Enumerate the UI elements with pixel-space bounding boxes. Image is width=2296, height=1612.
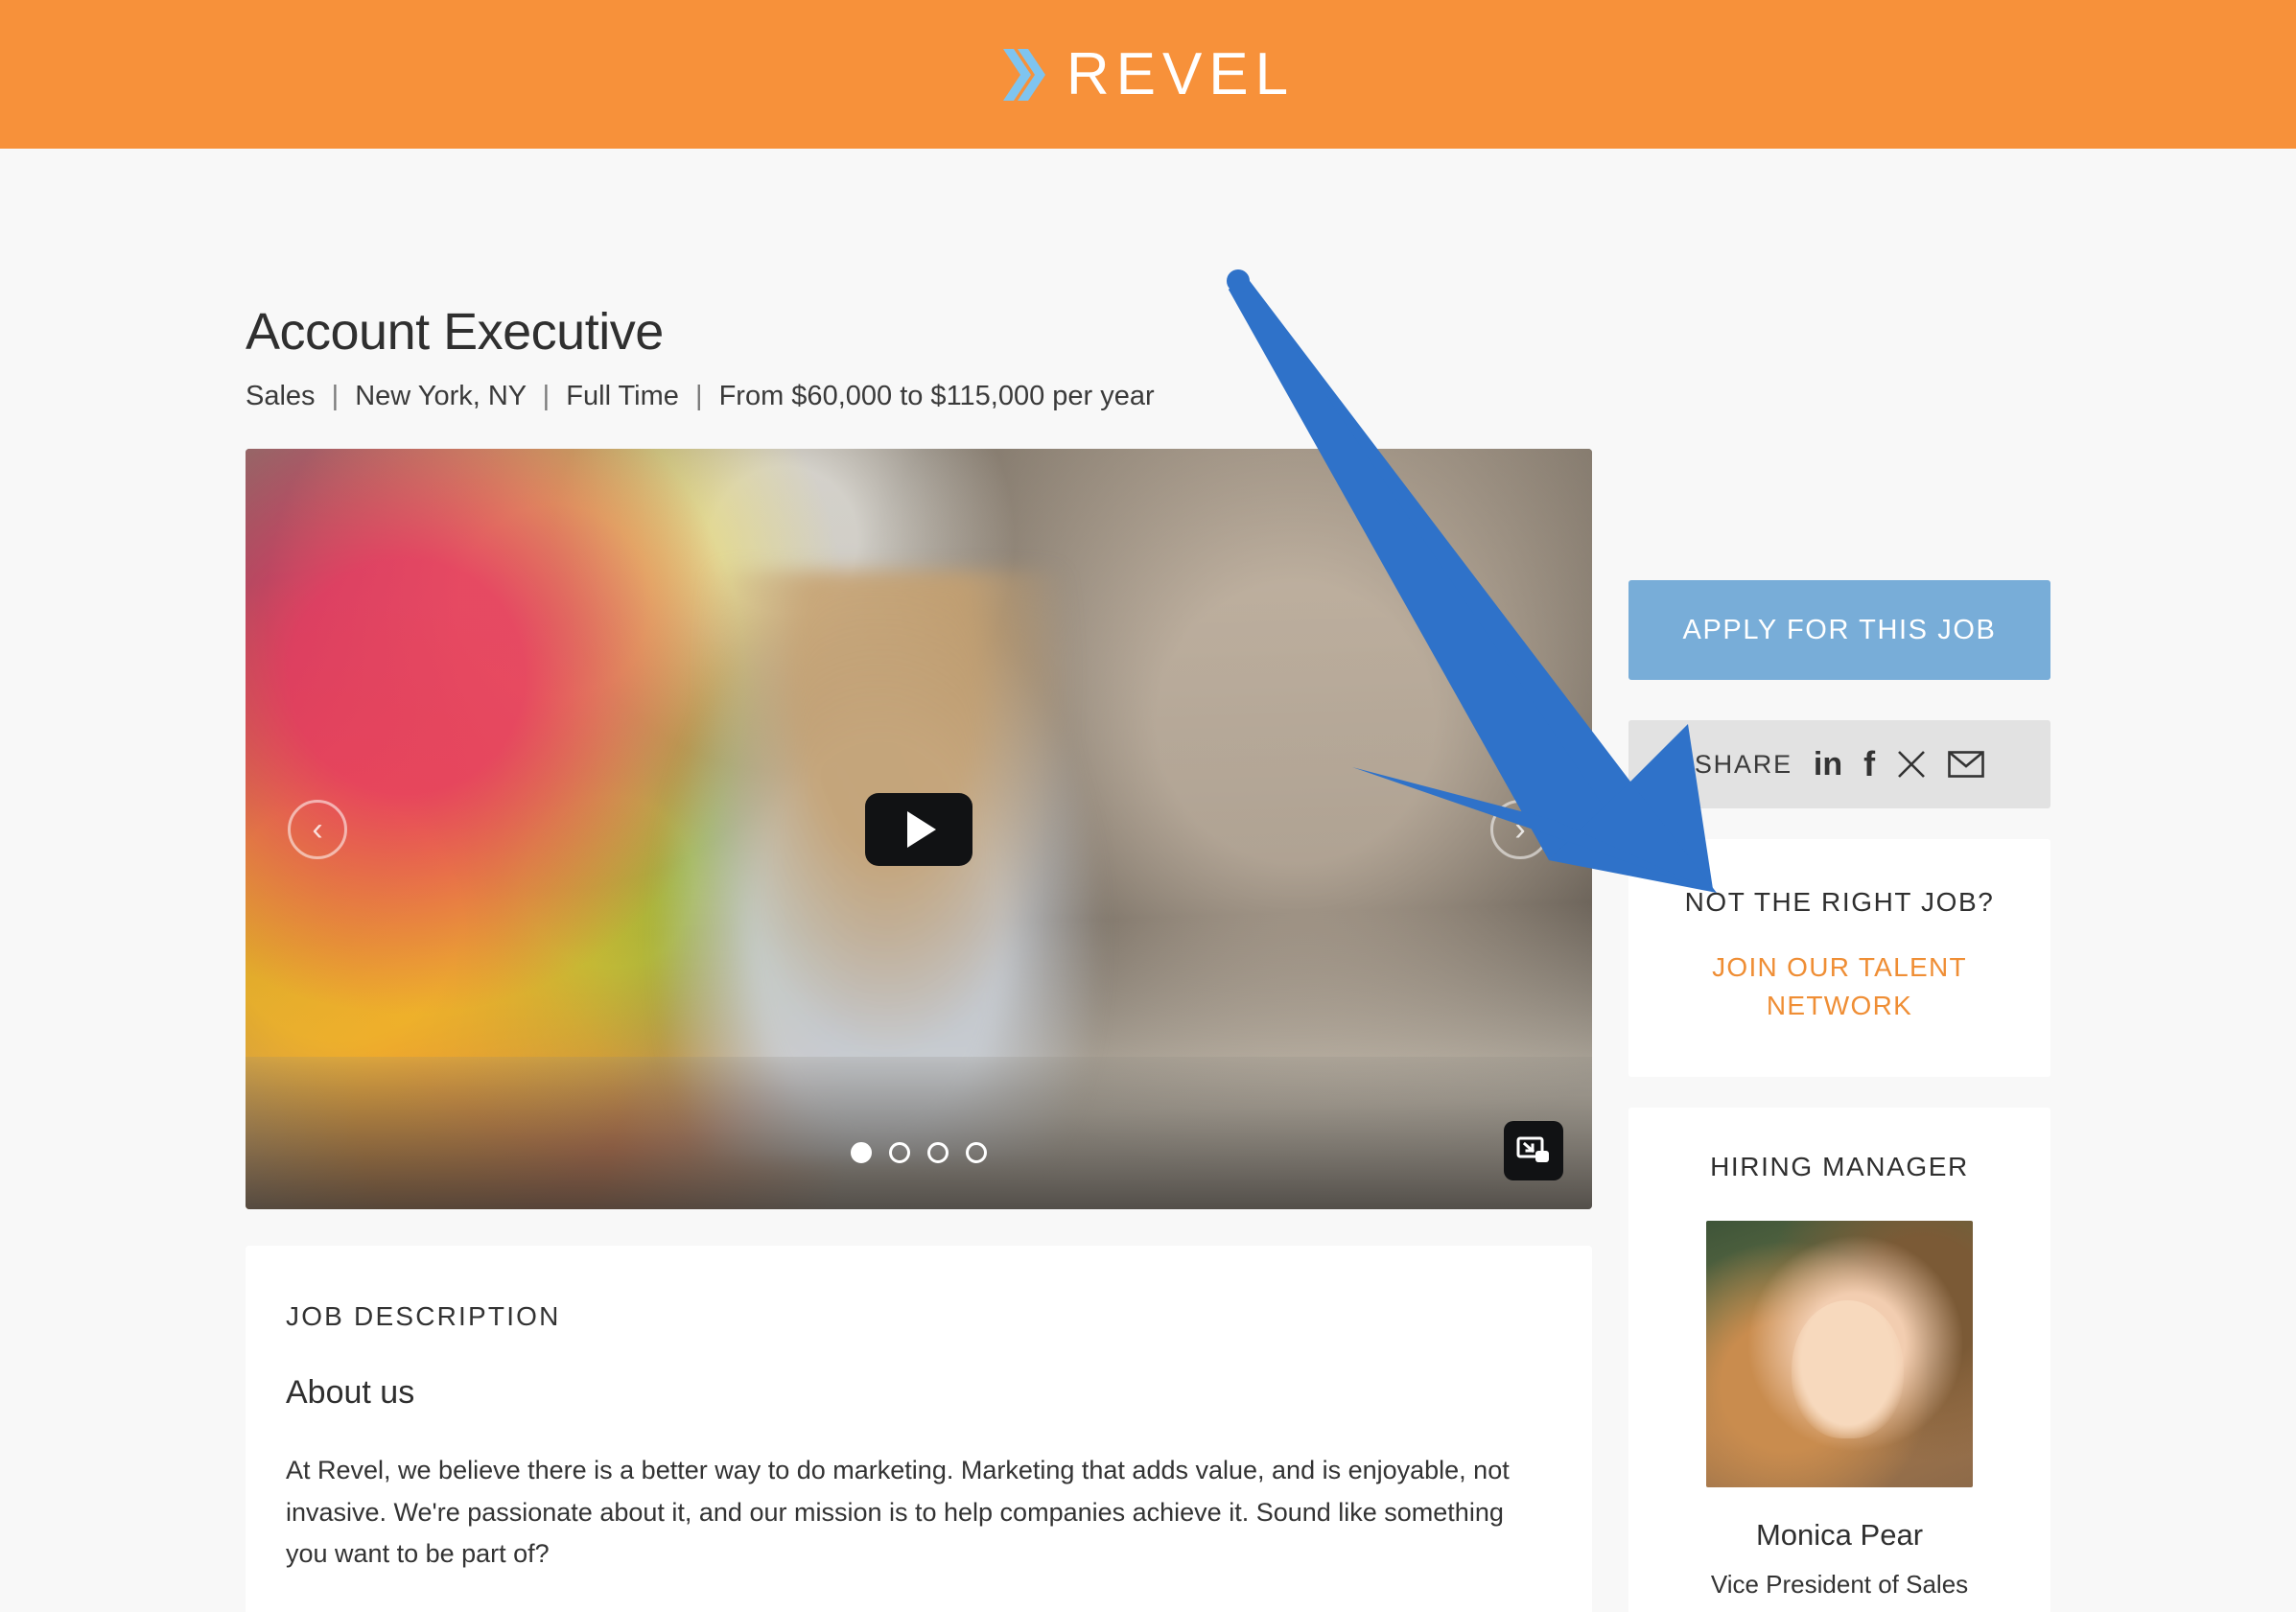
meta-separator-3: | xyxy=(694,381,703,411)
join-our-talent-network-link[interactable]: JOIN OUR TALENT NETWORK xyxy=(1653,948,2026,1025)
facebook-icon[interactable]: f xyxy=(1863,744,1875,784)
play-triangle xyxy=(907,810,936,848)
apply-for-this-job-button[interactable]: APPLY FOR THIS JOB xyxy=(1628,580,2050,680)
carousel-photo-foreground xyxy=(246,1057,1592,1209)
logo-wordmark: REVEL xyxy=(1066,40,1296,107)
site-header: REVEL xyxy=(0,0,2296,149)
meta-separator-2: | xyxy=(542,381,551,411)
job-employment-type: Full Time xyxy=(566,381,679,411)
carousel-dots xyxy=(851,1142,987,1163)
carousel-dot-3[interactable] xyxy=(927,1142,949,1163)
meta-separator-1: | xyxy=(331,381,340,411)
play-icon[interactable] xyxy=(865,792,972,866)
media-carousel[interactable]: ‹ › xyxy=(246,449,1592,1209)
hiring-manager-heading: HIRING MANAGER xyxy=(1710,1151,1969,1181)
about-us-bullet-list: We are a group of passionate people who … xyxy=(286,1602,1552,1612)
content-wrapper: Account Executive Sales | New York, NY |… xyxy=(246,149,2050,1612)
carousel-dot-2[interactable] xyxy=(889,1142,910,1163)
revel-logo[interactable]: REVEL xyxy=(1001,40,1296,107)
avatar xyxy=(1706,1220,1973,1487)
main-column: Account Executive Sales | New York, NY |… xyxy=(246,149,1592,1612)
email-icon[interactable] xyxy=(1948,751,1984,778)
about-us-paragraph: At Revel, we believe there is a better w… xyxy=(286,1456,1510,1569)
carousel-dot-4[interactable] xyxy=(966,1142,987,1163)
talent-network-card: NOT THE RIGHT JOB? JOIN OUR TALENT NETWO… xyxy=(1628,839,2050,1077)
linkedin-icon[interactable]: in xyxy=(1814,746,1842,783)
double-chevron-right-icon xyxy=(1001,47,1045,103)
page-body: Account Executive Sales | New York, NY |… xyxy=(0,149,2296,1612)
sidebar: APPLY FOR THIS JOB SHARE in f NOT THE RI… xyxy=(1628,149,2050,1612)
list-item: We are a group of passionate people who … xyxy=(328,1602,1552,1612)
about-us-heading: About us xyxy=(286,1374,415,1411)
carousel-prev-icon[interactable]: ‹ xyxy=(288,799,347,859)
share-bar: SHARE in f xyxy=(1628,720,2050,808)
carousel-next-icon[interactable]: › xyxy=(1490,799,1550,859)
job-department: Sales xyxy=(246,381,316,411)
hiring-manager-card: HIRING MANAGER Monica Pear Vice Presiden… xyxy=(1628,1107,2050,1612)
job-description-card: JOB DESCRIPTION About us At Revel, we be… xyxy=(246,1246,1592,1612)
job-description-label: JOB DESCRIPTION xyxy=(286,1301,561,1331)
hiring-manager-name: Monica Pear xyxy=(1755,1517,1924,1552)
carousel-dot-1[interactable] xyxy=(851,1142,872,1163)
share-label: SHARE xyxy=(1694,749,1792,779)
page-title: Account Executive xyxy=(246,303,664,361)
job-location: New York, NY xyxy=(355,381,527,411)
not-the-right-job-heading: NOT THE RIGHT JOB? xyxy=(1684,887,1995,917)
picture-in-picture-icon[interactable] xyxy=(1504,1121,1563,1180)
hiring-manager-role: Vice President of Sales xyxy=(1710,1569,1969,1599)
x-twitter-icon[interactable] xyxy=(1896,749,1927,780)
job-meta: Sales | New York, NY | Full Time | From … xyxy=(246,381,1592,412)
job-salary: From $60,000 to $115,000 per year xyxy=(718,381,1155,411)
